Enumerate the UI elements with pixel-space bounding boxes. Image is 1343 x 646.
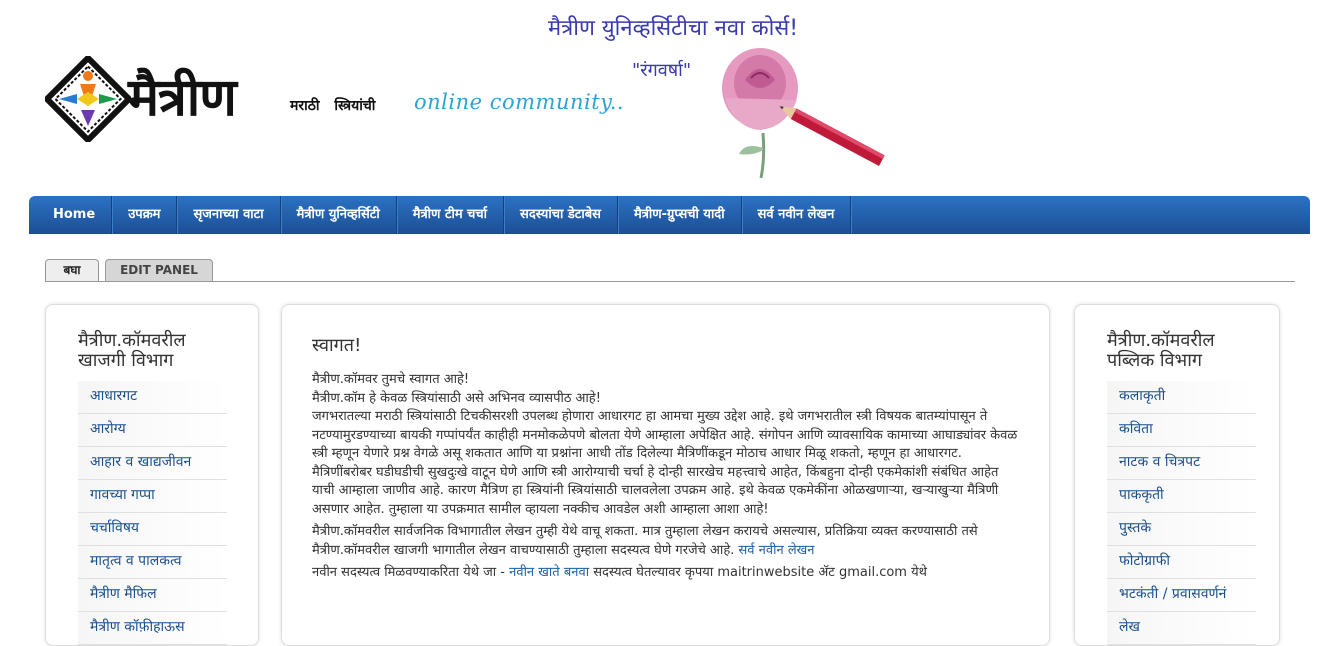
welcome-line: मैत्रीण.कॉम हे केवळ स्त्रियांसाठी असे अभ… <box>312 390 601 406</box>
welcome-body: मैत्रीण.कॉमवर तुमचे स्वागत आहे! मैत्रीण.… <box>312 371 1024 587</box>
nav-home[interactable]: Home <box>29 196 113 234</box>
public-section-text: मैत्रीण.कॉमवरील सार्वजनिक विभागातील लेखन… <box>312 524 978 558</box>
welcome-panel: स्वागत! मैत्रीण.कॉमवर तुमचे स्वागत आहे! … <box>281 304 1050 646</box>
main-navbar: Home उपक्रम सृजनाच्या वाटा मैत्रीण युनिव… <box>29 196 1310 234</box>
nav-members-database[interactable]: सदस्यांचा डेटाबेस <box>504 196 618 234</box>
all-new-writing-link[interactable]: सर्व नवीन लेखन <box>739 543 815 558</box>
signup-text-prefix: नवीन सदस्यत्व मिळवण्याकरिता येथे जा - <box>312 565 505 580</box>
welcome-paragraph: मैत्रीण.कॉमवर तुमचे स्वागत आहे! मैत्रीण.… <box>312 371 1024 519</box>
public-section-item[interactable]: फोटोग्राफी <box>1107 546 1256 579</box>
signup-text-suffix: सदस्यत्व घेतल्यावर कृपया maitrinwebsite … <box>593 565 927 580</box>
private-sections-panel: मैत्रीण.कॉमवरील खाजगी विभाग आधारगट आरोग्… <box>45 304 259 646</box>
public-section-item[interactable]: नाटक व चित्रपट <box>1107 447 1256 480</box>
nav-upakram[interactable]: उपक्रम <box>112 196 178 234</box>
public-sections-list: कलाकृती कविता नाटक व चित्रपट पाककृती पुस… <box>1107 381 1256 645</box>
site-logo-text[interactable]: मैत्रीण <box>128 60 237 131</box>
tab-view[interactable]: बघा <box>45 259 99 281</box>
private-section-item[interactable]: गावच्या गप्पा <box>78 480 227 513</box>
nav-groups-list[interactable]: मैत्रीण-ग्रुप्सची यादी <box>618 196 742 234</box>
public-section-item[interactable]: पुस्तके <box>1107 513 1256 546</box>
promo-subtitle[interactable]: "रंगवर्षा" <box>632 58 691 82</box>
private-section-item[interactable]: चर्चाविषय <box>78 513 227 546</box>
public-section-item[interactable]: पाककृती <box>1107 480 1256 513</box>
tab-edit-panel[interactable]: EDIT PANEL <box>105 259 213 281</box>
welcome-line: मैत्रिणींबरोबर घडीघडीची सुखदुःखे वाटून घ… <box>312 464 999 517</box>
private-section-item[interactable]: आधारगट <box>78 381 227 414</box>
private-section-item[interactable]: आरोग्य <box>78 414 227 447</box>
private-section-item[interactable]: मातृत्व व पालकत्व <box>78 546 227 579</box>
tagline-marathi: मराठी स्त्रियांची <box>290 98 376 114</box>
rose-pencil-image[interactable] <box>705 38 890 178</box>
public-section-paragraph: मैत्रीण.कॉमवरील सार्वजनिक विभागातील लेखन… <box>312 523 1024 560</box>
nav-maitrin-university[interactable]: मैत्रीण युनिव्हर्सिटी <box>281 196 397 234</box>
public-section-item[interactable]: कलाकृती <box>1107 381 1256 414</box>
nav-maitrin-team-charcha[interactable]: मैत्रीण टीम चर्चा <box>397 196 505 234</box>
maitrin-logo <box>45 56 131 142</box>
private-section-item[interactable]: आहार व खाद्यजीवन <box>78 447 227 480</box>
welcome-line: मैत्रीण.कॉमवर तुमचे स्वागत आहे! <box>312 372 470 387</box>
public-sections-panel: मैत्रीण.कॉमवरील पब्लिक विभाग कलाकृती कवि… <box>1074 304 1280 646</box>
welcome-title: स्वागत! <box>312 335 362 356</box>
welcome-line: जगभरातल्या मराठी स्त्रियांसाठी टिचकीसरशी… <box>312 409 1018 461</box>
tagline-online: online community.. <box>414 90 625 114</box>
nav-all-new-writing[interactable]: सर्व नवीन लेखन <box>742 196 852 234</box>
public-section-item[interactable]: भटकंती / प्रवासवर्णनं <box>1107 579 1256 612</box>
signup-paragraph: नवीन सदस्यत्व मिळवण्याकरिता येथे जा - नव… <box>312 564 1024 583</box>
private-section-item[interactable]: मैत्रीण मैफिल <box>78 579 227 612</box>
private-sections-list: आधारगट आरोग्य आहार व खाद्यजीवन गावच्या ग… <box>78 381 227 645</box>
panel-tabs: बघा EDIT PANEL <box>45 259 1295 282</box>
public-sections-title: मैत्रीण.कॉमवरील पब्लिक विभाग <box>1107 330 1215 371</box>
private-sections-title: मैत्रीण.कॉमवरील खाजगी विभाग <box>78 330 186 371</box>
create-account-link[interactable]: नवीन खाते बनवा <box>509 565 589 580</box>
nav-srujanachya-wata[interactable]: सृजनाच्या वाटा <box>177 196 281 234</box>
public-section-item[interactable]: कविता <box>1107 414 1256 447</box>
